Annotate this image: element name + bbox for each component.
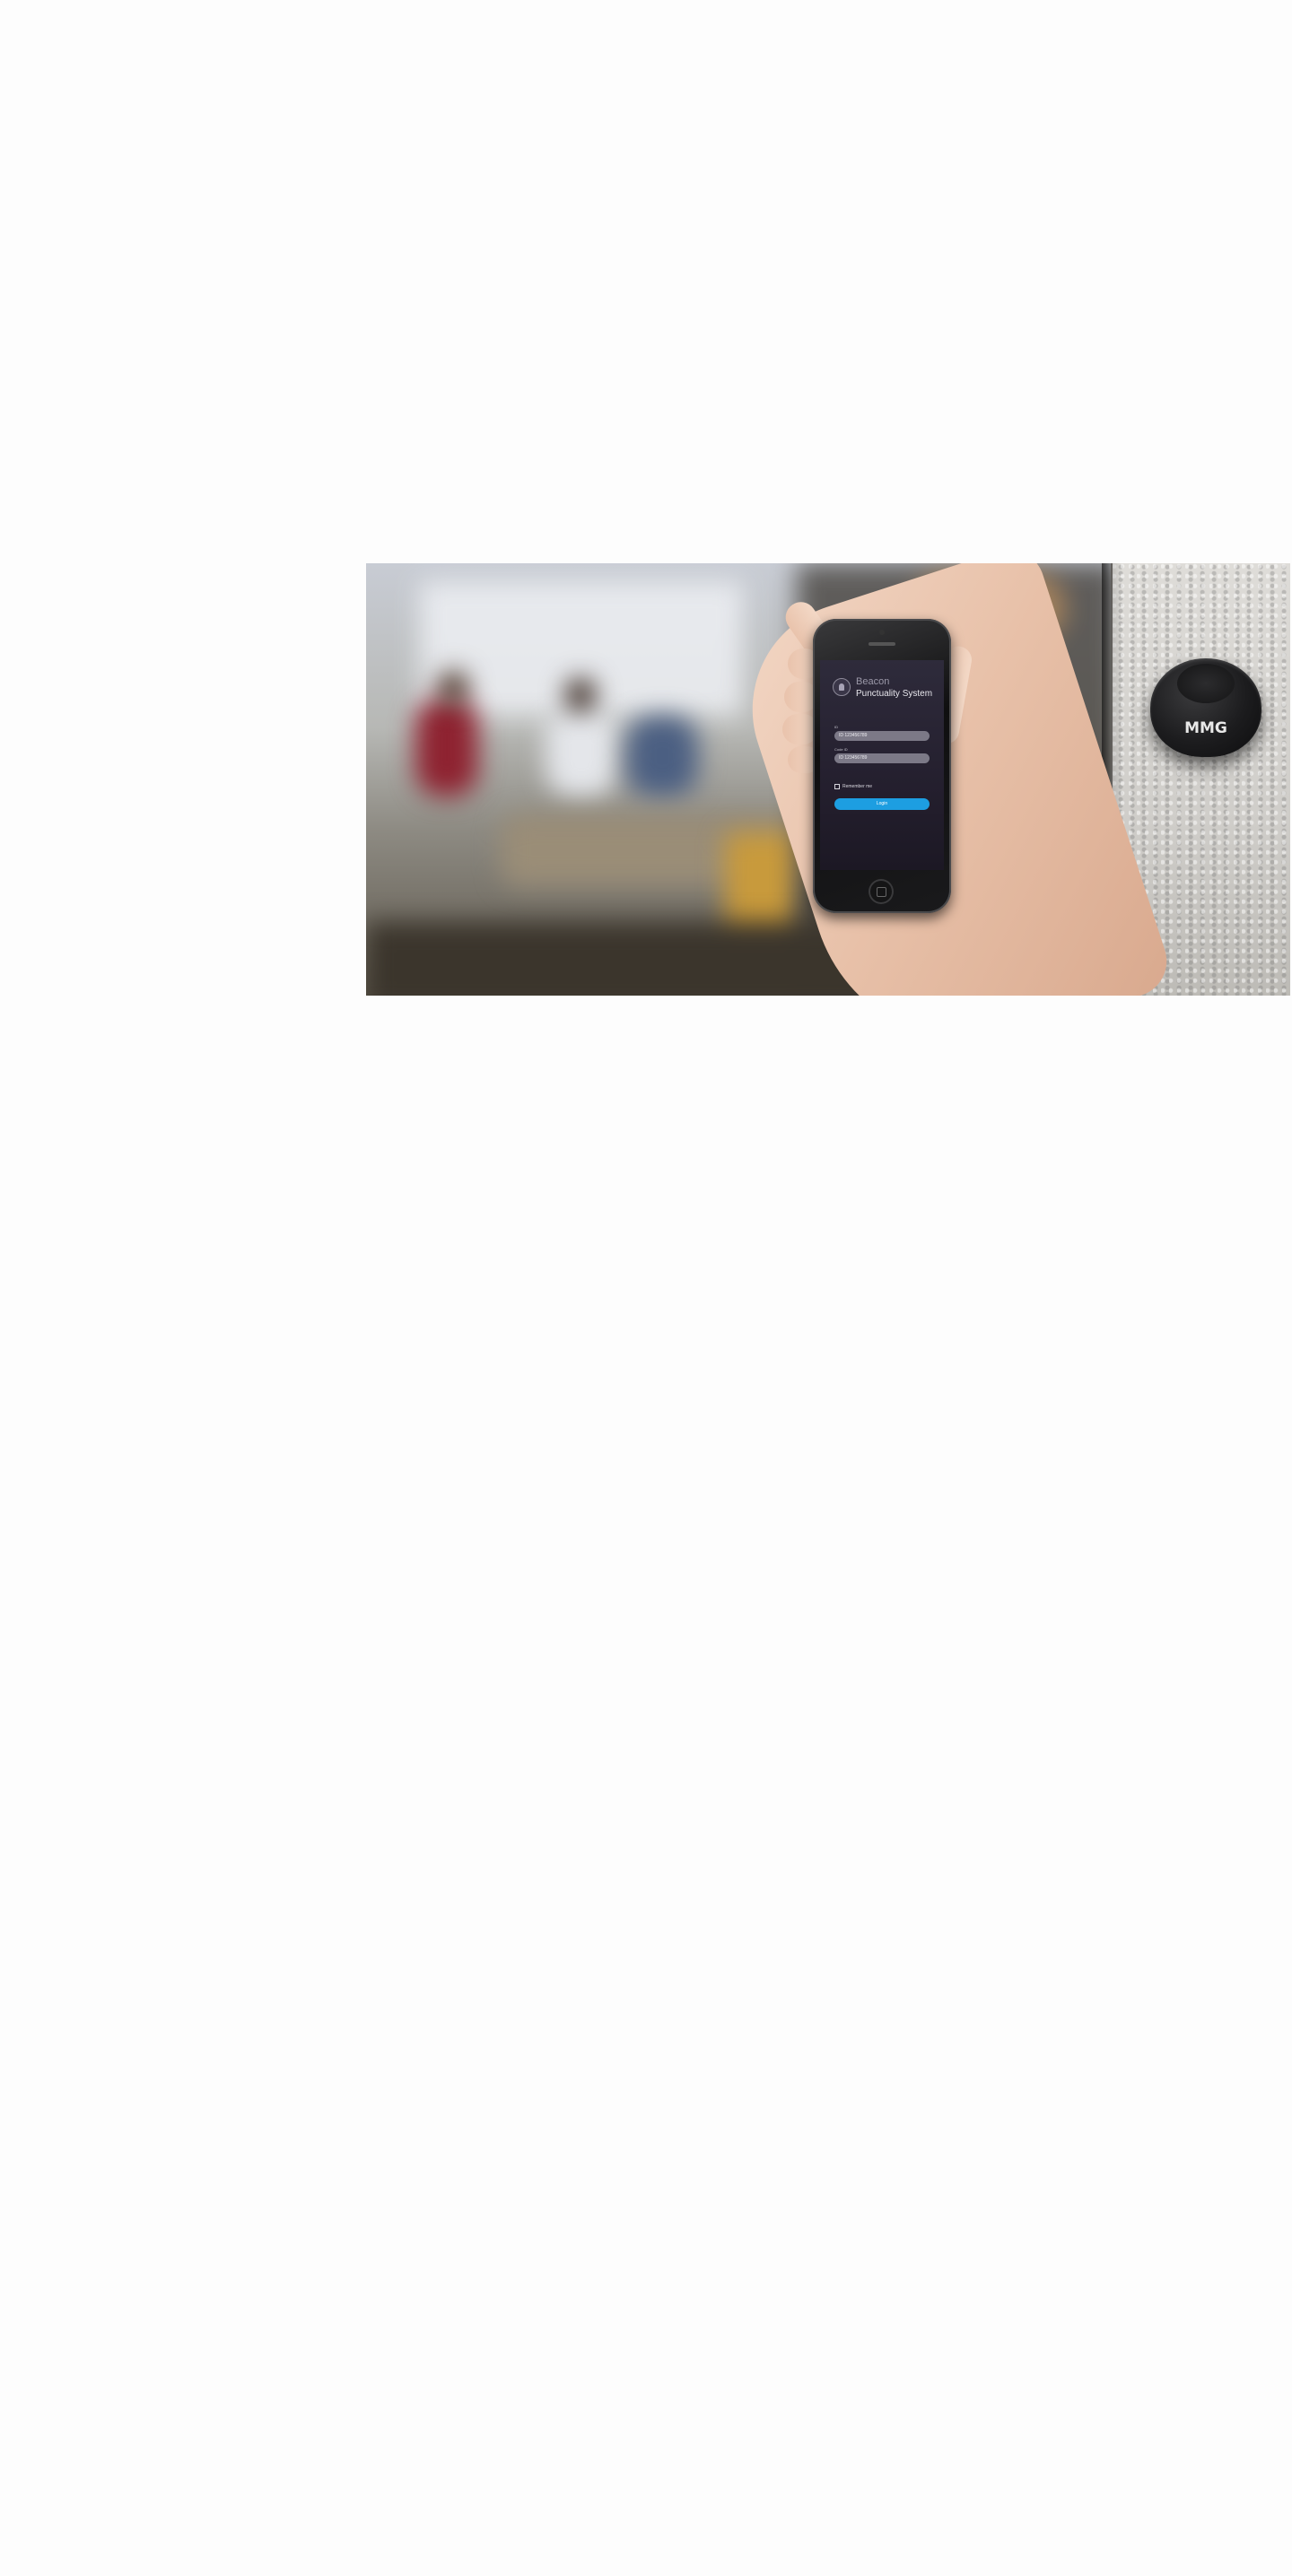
beacon-button (1177, 664, 1235, 703)
id-label: ID (834, 725, 838, 729)
app-title-line2: Punctuality System (856, 689, 933, 699)
checkbox-icon[interactable] (834, 784, 840, 789)
code-field[interactable]: ID 123456789 (834, 753, 930, 763)
app-logo-icon (833, 678, 851, 696)
code-label: Code ID (834, 747, 848, 752)
camera-icon (879, 630, 885, 635)
app-screen: Beacon Punctuality System ID ID 12345678… (820, 660, 944, 870)
remember-label: Remember me (842, 784, 873, 789)
person-red-jacket (415, 698, 478, 796)
beacon-device: MMG (1150, 658, 1261, 757)
hero-image: MMG Beacon Punctuality System ID ID 1234… (366, 563, 1290, 996)
person-white-shirt (546, 707, 617, 796)
person-head-1 (438, 671, 468, 705)
speaker-grille (869, 642, 895, 646)
person-head-2 (565, 678, 596, 712)
app-title-line1: Beacon (856, 676, 890, 687)
page: MMG Beacon Punctuality System ID ID 1234… (0, 0, 1292, 2576)
home-button-icon (869, 879, 894, 904)
smartphone: Beacon Punctuality System ID ID 12345678… (813, 619, 951, 913)
remember-me[interactable]: Remember me (834, 784, 872, 789)
person-blue-shirt (626, 716, 698, 796)
status-bar (820, 660, 944, 666)
id-field[interactable]: ID 123456789 (834, 731, 930, 741)
login-button[interactable]: Login (834, 798, 930, 810)
beacon-logo: MMG (1184, 719, 1227, 737)
